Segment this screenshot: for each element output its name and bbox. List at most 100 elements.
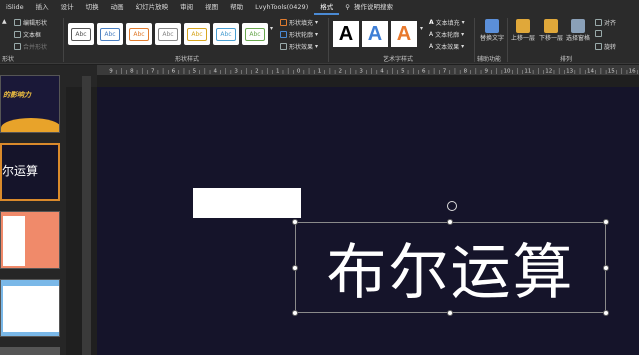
text-effects-button[interactable]: A 文本效果 ▾ <box>429 42 464 51</box>
separator <box>63 18 64 62</box>
align-icon <box>595 19 602 26</box>
ruler-label: 8 <box>130 69 134 75</box>
resize-handle-bottom-left[interactable] <box>292 310 298 316</box>
text-fill-icon: A <box>429 19 434 26</box>
slide-thumbnail-4[interactable] <box>0 279 60 337</box>
slide-canvas[interactable]: 布尔运算 <box>97 87 639 355</box>
resize-handle-top-right[interactable] <box>603 219 609 225</box>
horizontal-ruler[interactable]: 9 8 7 6 5 4 3 2 1 0 1 2 3 4 5 6 7 8 9 10 11 12 13 14 15 16 <box>97 65 639 75</box>
slide-thumbnail-3[interactable] <box>0 211 60 269</box>
alt-text-button[interactable]: 替换文字 <box>479 19 505 42</box>
effects-icon <box>280 43 287 50</box>
shape-style-gallery-more[interactable]: ▾ <box>270 25 273 32</box>
wordart-style-blue[interactable]: A <box>362 21 388 47</box>
selection-pane-button[interactable]: 选择窗格 <box>565 19 591 42</box>
slide-thumbnails-pane: 的影响力 尔运算 <box>0 65 66 355</box>
tab-4[interactable]: 动画 <box>105 0 130 15</box>
group-icon <box>595 30 602 37</box>
rotate-handle-icon[interactable] <box>447 201 457 211</box>
alt-text-icon <box>485 19 499 33</box>
tab-8[interactable]: 帮助 <box>224 0 249 15</box>
ruler-label: 9 <box>109 69 113 75</box>
ruler-label: 9 <box>484 69 488 75</box>
resize-handle-right[interactable] <box>603 265 609 271</box>
slide-title[interactable]: 布尔运算 <box>296 223 605 312</box>
slide-thumbnail-1[interactable]: 的影响力 <box>0 75 60 133</box>
text-box-button[interactable]: 文本框 <box>14 30 41 39</box>
tab-3[interactable]: 切换 <box>80 0 105 15</box>
pen-icon <box>280 31 287 38</box>
resize-handle-left[interactable] <box>292 265 298 271</box>
tab-0[interactable]: iSlide <box>0 0 30 15</box>
tab-2[interactable]: 设计 <box>55 0 80 15</box>
merge-shapes-button[interactable]: 合并形状 <box>14 42 47 51</box>
thumbnail-card <box>3 286 59 332</box>
bring-forward-button[interactable]: 上移一层 <box>510 19 536 42</box>
wordart-style-orange[interactable]: A <box>391 21 417 47</box>
text-fill-button[interactable]: A 文本填充 ▾ <box>429 18 465 27</box>
shape-style-6[interactable]: Abc <box>213 23 239 45</box>
ruler-label: 1 <box>318 69 322 75</box>
ribbon: ▲ 编辑形状 文本框 合并形状 形状 Abc Abc Abc Abc Abc A… <box>0 15 639 64</box>
shape-style-2[interactable]: Abc <box>97 23 123 45</box>
shape-outline-button[interactable]: 形状轮廓 ▾ <box>280 30 318 39</box>
ruler-label: 1 <box>276 69 280 75</box>
ruler-label: 4 <box>213 69 217 75</box>
shape-effects-button[interactable]: 形状效果 ▾ <box>280 42 318 51</box>
tab-7[interactable]: 视图 <box>199 0 224 15</box>
ruler-label: 5 <box>193 69 197 75</box>
vertical-ruler[interactable] <box>82 76 91 355</box>
thumbnail-title: 尔运算 <box>2 164 39 178</box>
group-label-accessibility: 辅助功能 <box>477 56 502 63</box>
tell-me-search[interactable]: ⚲ 操作说明搜索 <box>339 0 399 15</box>
edit-shape-icon <box>14 19 21 26</box>
ruler-label: 14 <box>587 69 594 75</box>
ruler-label: 12 <box>545 69 552 75</box>
resize-handle-top-left[interactable] <box>292 219 298 225</box>
shape-style-7[interactable]: Abc <box>242 23 268 45</box>
tab-9[interactable]: LvyhTools(0429) <box>249 0 314 15</box>
send-backward-button[interactable]: 下移一层 <box>538 19 564 42</box>
ruler-label: 2 <box>339 69 343 75</box>
tab-10[interactable]: 格式 <box>314 0 340 15</box>
ruler-label: 0 <box>297 69 301 75</box>
resize-handle-top[interactable] <box>447 219 453 225</box>
group-label-arrange: 排列 <box>560 56 573 63</box>
ruler-label: 7 <box>443 69 447 75</box>
tab-5[interactable]: 幻灯片放映 <box>130 0 175 15</box>
shape-style-4[interactable]: Abc <box>155 23 181 45</box>
rotate-button[interactable]: 旋转 <box>595 42 616 51</box>
thumbnail-card <box>3 216 25 266</box>
text-outline-icon: A <box>429 31 434 38</box>
shape-style-3[interactable]: Abc <box>126 23 152 45</box>
ruler-label: 8 <box>464 69 468 75</box>
merge-shapes-icon <box>14 43 21 50</box>
resize-handle-bottom-right[interactable] <box>603 310 609 316</box>
wordart-gallery-more[interactable]: ▾ <box>420 25 423 32</box>
wordart-style-black[interactable]: A <box>333 21 359 47</box>
shape-fill-button[interactable]: 形状填充 ▾ <box>280 18 318 27</box>
ruler-label: 16 <box>629 69 636 75</box>
shape-style-5[interactable]: Abc <box>184 23 210 45</box>
edit-shape-button[interactable]: 编辑形状 <box>14 18 47 27</box>
tab-1[interactable]: 插入 <box>30 0 55 15</box>
white-rectangle-shape[interactable] <box>193 188 301 218</box>
ribbon-tab-bar: iSlide 插入 设计 切换 动画 幻灯片放映 审阅 视图 帮助 LvyhTools(0429)… <box>0 0 639 15</box>
title-text-box[interactable]: 布尔运算 <box>295 222 606 313</box>
paint-bucket-icon <box>280 19 287 26</box>
text-outline-button[interactable]: A 文本轮廓 ▾ <box>429 30 464 39</box>
ruler-label: 13 <box>566 69 573 75</box>
shape-style-1[interactable]: Abc <box>68 23 94 45</box>
shape-gallery-scroll[interactable]: ▲ <box>2 18 7 25</box>
separator <box>328 18 329 62</box>
ruler-label: 2 <box>255 69 259 75</box>
group-label-shape-styles: 形状样式 <box>175 56 200 63</box>
ruler-label: 3 <box>234 69 238 75</box>
slide-thumbnail-5[interactable] <box>0 347 60 355</box>
tab-6[interactable]: 审阅 <box>174 0 199 15</box>
ruler-label: 6 <box>422 69 426 75</box>
group-button[interactable] <box>595 30 602 37</box>
slide-thumbnail-2-selected[interactable]: 尔运算 <box>0 143 60 201</box>
resize-handle-bottom[interactable] <box>447 310 453 316</box>
align-button[interactable]: 对齐 <box>595 18 616 27</box>
